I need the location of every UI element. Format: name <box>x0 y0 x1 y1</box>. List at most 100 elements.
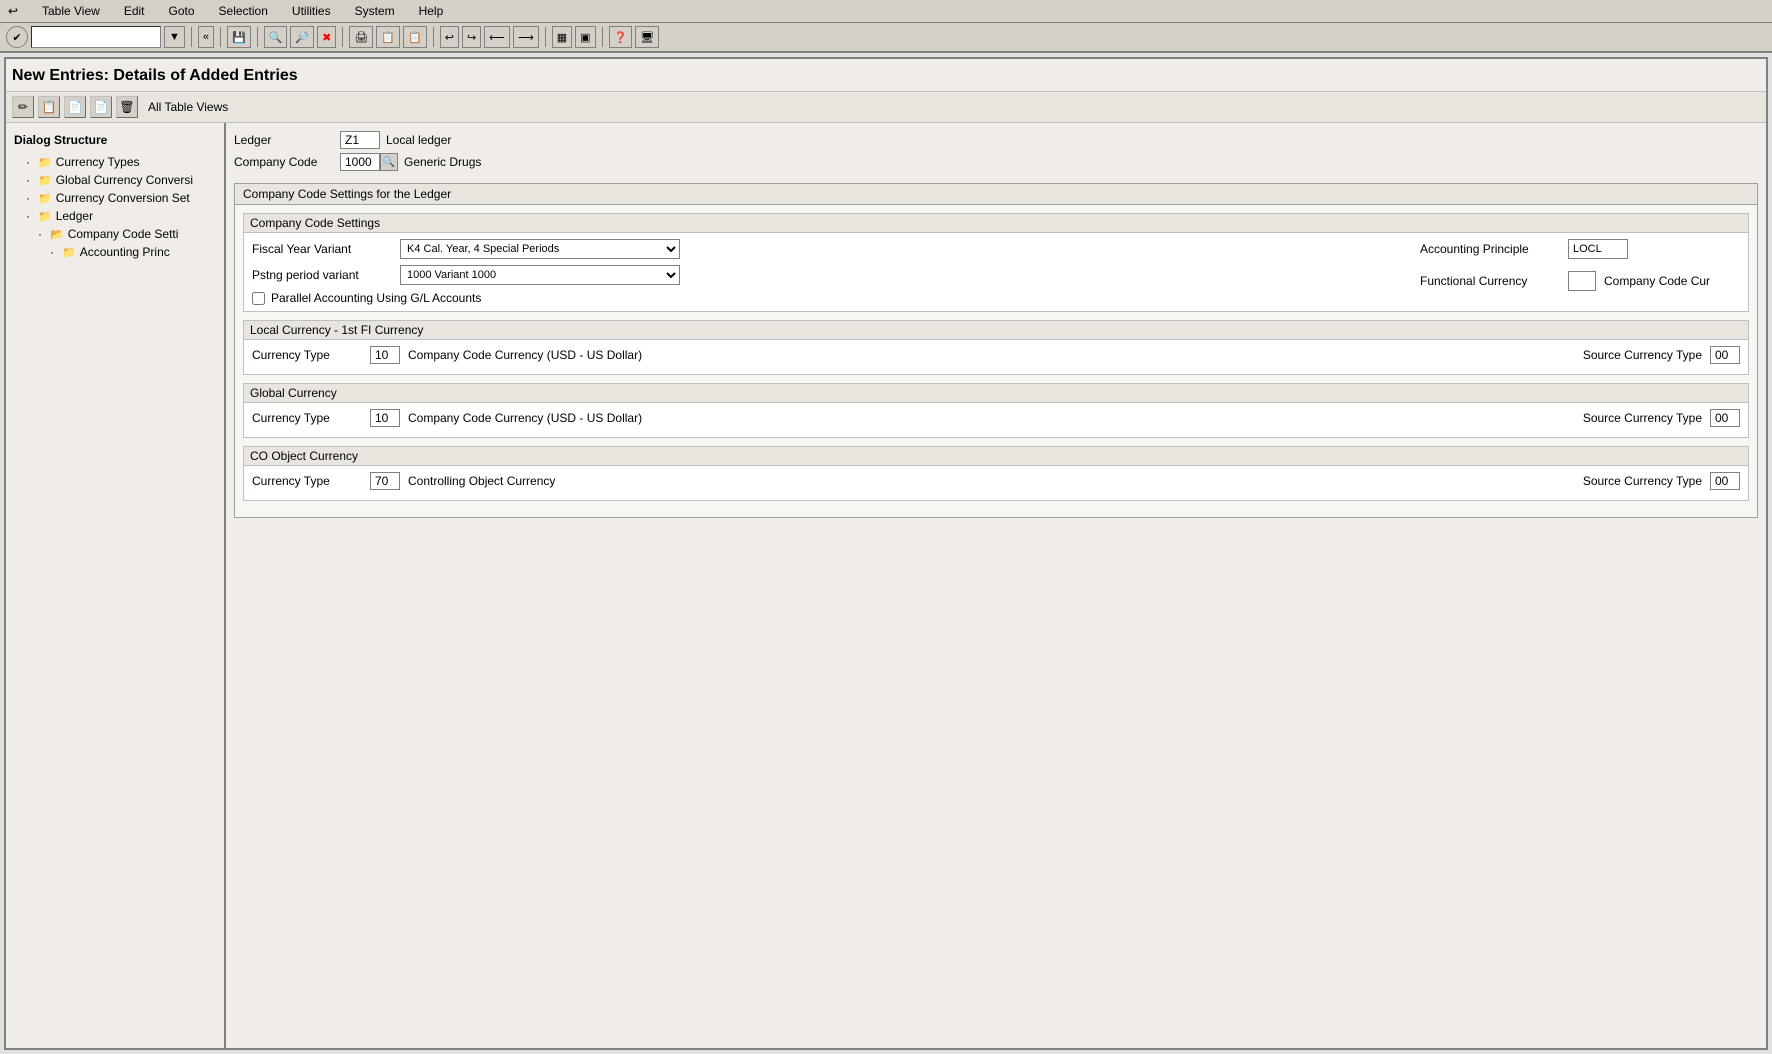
monitor-btn[interactable]: 🖥 <box>635 26 659 48</box>
functional-currency-input[interactable] <box>1568 271 1596 291</box>
paste-icon-btn[interactable]: 📄 <box>64 96 86 118</box>
fiscal-year-label: Fiscal Year Variant <box>252 242 392 256</box>
settings-two-col: Fiscal Year Variant K4 Cal. Year, 4 Spec… <box>252 239 1740 305</box>
nav-btn1[interactable]: ⟵ <box>484 26 510 48</box>
new-icon-btn[interactable]: 📄 <box>90 96 112 118</box>
company-code-label: Company Code <box>234 155 334 169</box>
tree-label-global-currency: Global Currency Conversi <box>56 173 193 187</box>
bullet-1: · <box>26 155 30 169</box>
menu-table-view[interactable]: Table View <box>38 2 104 20</box>
pstng-period-select[interactable]: 1000 Variant 1000 <box>400 265 680 285</box>
tree-item-global-currency[interactable]: · 📁 Global Currency Conversi <box>10 171 220 189</box>
pstng-period-select-group: 1000 Variant 1000 <box>400 265 680 285</box>
functional-currency-label: Functional Currency <box>1420 274 1560 288</box>
parallel-accounting-row: Parallel Accounting Using G/L Accounts <box>252 291 1400 305</box>
layout-btn[interactable]: ▣ <box>575 26 595 48</box>
command-input[interactable] <box>31 26 161 48</box>
folder-icon-4: 📁 <box>38 210 52 223</box>
copy-btn[interactable]: 📋 <box>376 26 400 48</box>
global-source-currency-value[interactable]: 00 <box>1710 409 1740 427</box>
co-currency-type-value[interactable]: 70 <box>370 472 400 490</box>
bullet-6: · <box>50 245 54 259</box>
back-btn[interactable]: « <box>198 26 214 48</box>
nav-btn2[interactable]: ⟶ <box>513 26 539 48</box>
edit-icon-btn[interactable]: ✏ <box>12 96 34 118</box>
separator-3 <box>257 27 258 47</box>
company-code-row: Company Code 1000 🔍 Generic Drugs <box>234 153 1758 171</box>
grid-btn[interactable]: ▦ <box>552 26 572 48</box>
menu-goto[interactable]: Goto <box>165 2 199 20</box>
redo-btn[interactable]: ↪ <box>462 26 481 48</box>
pstng-period-row: Pstng period variant 1000 Variant 1000 <box>252 265 1400 285</box>
cancel-btn[interactable]: ✖ <box>317 26 336 48</box>
fiscal-year-select-group: K4 Cal. Year, 4 Special Periods <box>400 239 680 259</box>
find-btn[interactable]: 🔍 <box>264 26 288 48</box>
local-currency-type-desc: Company Code Currency (USD - US Dollar) <box>408 348 642 362</box>
local-currency-section: Local Currency - 1st FI Currency Currenc… <box>243 320 1749 375</box>
copy2-btn[interactable]: 📋 <box>403 26 427 48</box>
co-source-currency-value[interactable]: 00 <box>1710 472 1740 490</box>
bullet-5: · <box>38 227 42 241</box>
co-currency-row: Currency Type 70 Controlling Object Curr… <box>252 472 1740 490</box>
folder-icon-2: 📁 <box>38 174 52 187</box>
save-btn[interactable]: 💾 <box>227 26 251 48</box>
copy-icon-btn[interactable]: 📋 <box>38 96 60 118</box>
company-code-settings-content: Fiscal Year Variant K4 Cal. Year, 4 Spec… <box>244 233 1748 311</box>
main-section: Company Code Settings for the Ledger Com… <box>234 183 1758 518</box>
menu-utilities[interactable]: Utilities <box>288 2 335 20</box>
ledger-value[interactable]: Z1 <box>340 131 380 149</box>
tree-label-ledger: Ledger <box>56 209 93 223</box>
folder-icon-3: 📁 <box>38 192 52 205</box>
tree-label-company-code-setti: Company Code Setti <box>68 227 179 241</box>
fiscal-year-select[interactable]: K4 Cal. Year, 4 Special Periods <box>400 239 680 259</box>
separator-6 <box>545 27 546 47</box>
company-code-search-btn[interactable]: 🔍 <box>380 153 398 171</box>
parallel-accounting-checkbox[interactable] <box>252 292 265 305</box>
find2-btn[interactable]: 🔎 <box>290 26 314 48</box>
co-currency-type-label: Currency Type <box>252 474 362 488</box>
accounting-principle-label: Accounting Principle <box>1420 242 1560 256</box>
global-currency-type-label: Currency Type <box>252 411 362 425</box>
co-object-currency-header: CO Object Currency <box>244 447 1748 466</box>
tree-item-currency-conversion[interactable]: · 📁 Currency Conversion Set <box>10 189 220 207</box>
company-code-value[interactable]: 1000 <box>340 153 380 171</box>
company-code-settings-section: Company Code Settings Fiscal Year Varian… <box>243 213 1749 312</box>
left-panel: Dialog Structure · 📁 Currency Types · 📁 … <box>6 123 226 1048</box>
menu-selection[interactable]: Selection <box>215 2 272 20</box>
check-button[interactable]: ✔ <box>6 26 28 48</box>
local-source-currency-value[interactable]: 00 <box>1710 346 1740 364</box>
company-code-desc: Generic Drugs <box>404 155 481 169</box>
separator-2 <box>220 27 221 47</box>
help-btn[interactable]: ❓ <box>609 26 633 48</box>
undo-btn[interactable]: ↩ <box>440 26 459 48</box>
tree-item-company-code-setti[interactable]: · 📂 Company Code Setti <box>10 225 220 243</box>
local-currency-type-value[interactable]: 10 <box>370 346 400 364</box>
separator-5 <box>433 27 434 47</box>
dropdown-arrow[interactable]: ▼ <box>164 26 185 48</box>
print-btn[interactable]: 🖨 <box>349 26 373 48</box>
menu-system[interactable]: System <box>351 2 399 20</box>
menu-help[interactable]: Help <box>415 2 448 20</box>
global-currency-type-value[interactable]: 10 <box>370 409 400 427</box>
local-source-currency-label: Source Currency Type <box>1583 348 1702 362</box>
tree-item-ledger[interactable]: · 📁 Ledger <box>10 207 220 225</box>
menu-bar: ↩ Table View Edit Goto Selection Utiliti… <box>0 0 1772 23</box>
content-area: Dialog Structure · 📁 Currency Types · 📁 … <box>6 123 1766 1048</box>
local-currency-header: Local Currency - 1st FI Currency <box>244 321 1748 340</box>
co-currency-type-desc: Controlling Object Currency <box>408 474 555 488</box>
folder-open-icon-1: 📂 <box>50 228 64 241</box>
header-fields: Ledger Z1 Local ledger Company Code 1000… <box>234 131 1758 171</box>
local-currency-type-label: Currency Type <box>252 348 362 362</box>
tree-item-currency-types[interactable]: · 📁 Currency Types <box>10 153 220 171</box>
delete-icon-btn[interactable]: 🗑 <box>116 96 138 118</box>
page-title: New Entries: Details of Added Entries <box>6 59 1766 92</box>
tree-item-accounting-princ[interactable]: · 📁 Accounting Princ <box>10 243 220 261</box>
ledger-label: Ledger <box>234 133 334 147</box>
pstng-period-label: Pstng period variant <box>252 268 392 282</box>
functional-currency-desc: Company Code Cur <box>1604 274 1710 288</box>
all-table-views-btn[interactable]: All Table Views <box>142 98 234 116</box>
menu-edit[interactable]: Edit <box>120 2 149 20</box>
accounting-principle-input[interactable] <box>1568 239 1628 259</box>
tree-label-currency-types: Currency Types <box>56 155 140 169</box>
separator-1 <box>191 27 192 47</box>
